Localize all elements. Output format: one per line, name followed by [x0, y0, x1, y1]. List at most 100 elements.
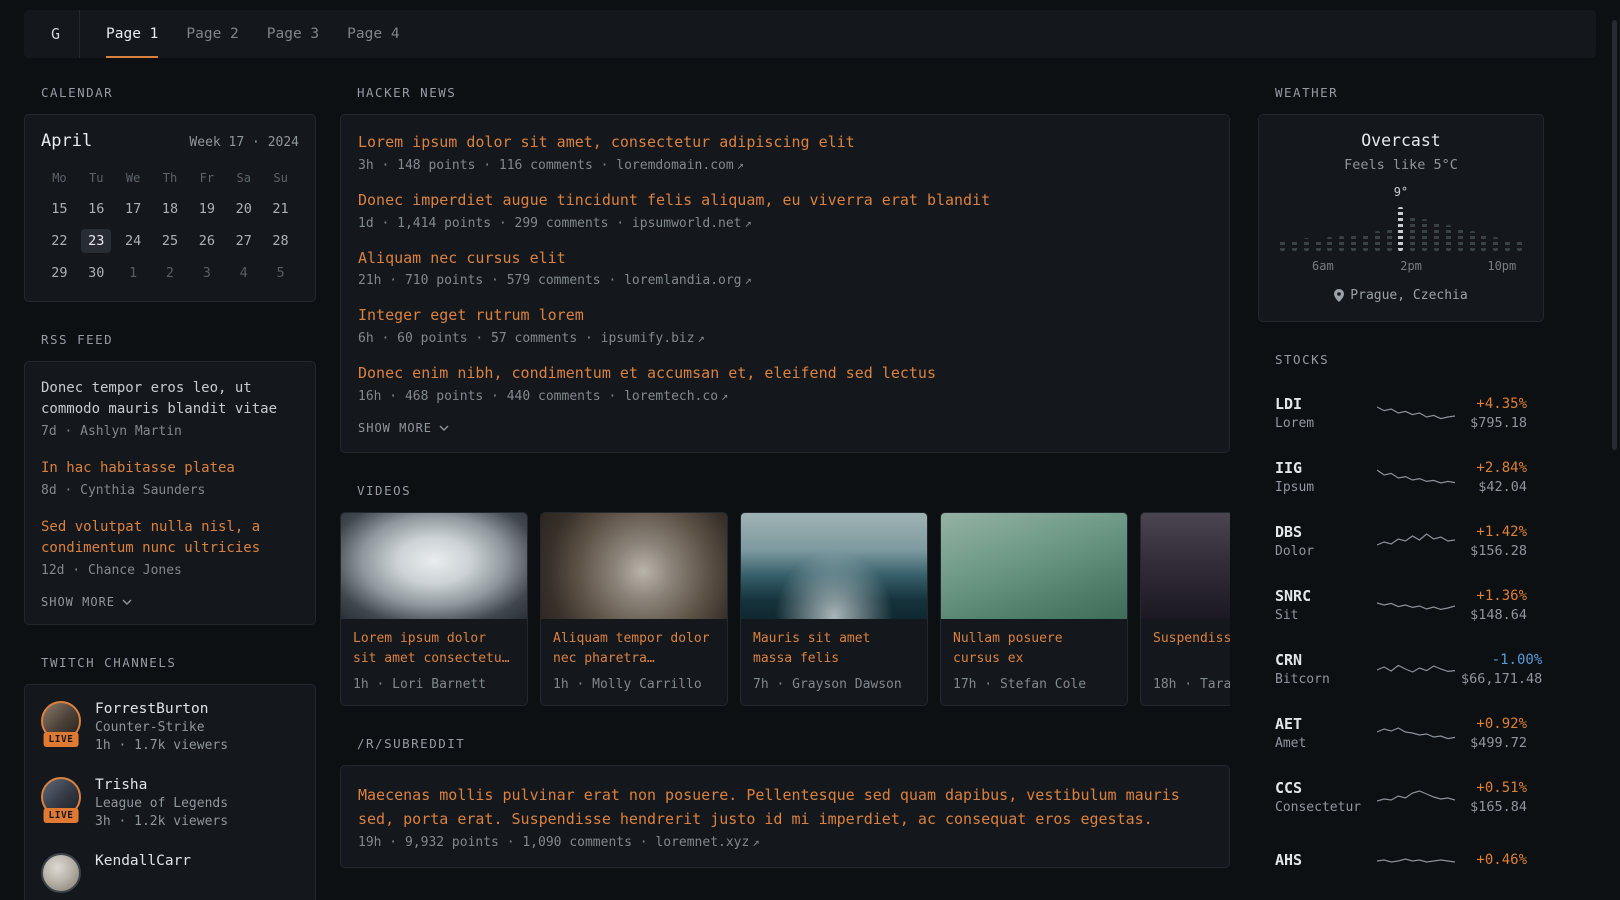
video-title[interactable]: Lorem ipsum dolor sit amet consectetu… [353, 629, 515, 670]
subreddit-meta-text: 19h · 9,932 points · 1,090 comments · lo… [358, 835, 749, 850]
stock-row[interactable]: CCS Consectetur +0.51% $165.84 [1258, 765, 1544, 829]
stock-sparkline [1377, 592, 1455, 618]
channel-avatar: LIVE [41, 701, 81, 741]
rss-show-more-button[interactable]: SHOW MORE [41, 595, 132, 609]
stock-identity: AET Amet [1275, 715, 1371, 751]
external-link-icon[interactable]: ↗ [745, 216, 752, 230]
tab-page-1[interactable]: Page 1 [92, 10, 172, 58]
subreddit-section-title: /R/SUBREDDIT [340, 736, 1230, 751]
scrollbar-thumb[interactable] [1612, 20, 1617, 450]
weather-bar [1375, 203, 1380, 251]
rss-item-title[interactable]: Sed volutpat nulla nisl, a condimentum n… [41, 517, 299, 559]
weather-bar [1458, 203, 1463, 251]
external-link-icon[interactable]: ↗ [721, 389, 728, 403]
stock-row[interactable]: AET Amet +0.92% $499.72 [1258, 701, 1544, 765]
stocks-list: LDI Lorem +4.35% $795.18 IIG Ipsum [1258, 381, 1544, 893]
stock-sparkline [1377, 656, 1455, 682]
day-header: Su [262, 171, 299, 185]
stock-identity: AHS [1275, 851, 1371, 872]
stock-name: Bitcorn [1275, 672, 1371, 687]
twitch-channel-row[interactable]: KendallCarr [41, 853, 299, 893]
stock-name: Amet [1275, 736, 1371, 751]
stock-row[interactable]: DBS Dolor +1.42% $156.28 [1258, 509, 1544, 573]
stock-identity: LDI Lorem [1275, 395, 1371, 431]
calendar-day: 22 [44, 229, 74, 253]
hackernews-meta: 6h · 60 points · 57 comments · ipsumify.… [358, 331, 1212, 346]
twitch-channel-row[interactable]: LIVE ForrestBurton Counter-Strike 1h · 1… [41, 701, 299, 753]
hackernews-title-link[interactable]: Donec enim nibh, condimentum et accumsan… [358, 363, 1212, 385]
video-card[interactable]: Mauris sit amet massa felis 7h · Grayson… [740, 512, 928, 706]
video-title[interactable]: Suspendisse diam [1153, 629, 1230, 670]
video-card[interactable]: Suspendisse diam 18h · Tara [1140, 512, 1230, 706]
weather-location: Prague, Czechia [1275, 288, 1527, 303]
channel-avatar [41, 853, 81, 893]
video-title[interactable]: Mauris sit amet massa felis [753, 629, 915, 670]
hackernews-title-link[interactable]: Aliquam nec cursus elit [358, 248, 1212, 270]
stock-change: +2.84% [1461, 460, 1527, 476]
video-card[interactable]: Aliquam tempor dolor nec pharetra… 1h · … [540, 512, 728, 706]
hackernews-meta: 3h · 148 points · 116 comments · loremdo… [358, 158, 1212, 173]
calendar-day: 29 [44, 261, 74, 285]
weather-card: Overcast Feels like 5°C 9° 6am 2pm 10pm … [1258, 114, 1544, 322]
rss-item-title[interactable]: In hac habitasse platea [41, 458, 299, 479]
hackernews-meta-text: 6h · 60 points · 57 comments · ipsumify.… [358, 331, 695, 346]
external-link-icon[interactable]: ↗ [745, 273, 752, 287]
hackernews-title-link[interactable]: Donec imperdiet augue tincidunt felis al… [358, 190, 1212, 212]
time-label: 6am [1312, 259, 1334, 273]
twitch-channel-row[interactable]: LIVE Trisha League of Legends 3h · 1.2k … [41, 777, 299, 829]
external-link-icon[interactable]: ↗ [752, 835, 759, 849]
subreddit-post: Maecenas mollis pulvinar erat non posuer… [358, 783, 1212, 850]
stock-row[interactable]: IIG Ipsum +2.84% $42.04 [1258, 445, 1544, 509]
app-logo: G [32, 10, 80, 58]
video-title[interactable]: Aliquam tempor dolor nec pharetra… [553, 629, 715, 670]
stock-row[interactable]: AHS +0.46% [1258, 829, 1544, 893]
tab-page-4[interactable]: Page 4 [333, 10, 413, 58]
weather-bar [1327, 203, 1332, 251]
hackernews-meta: 21h · 710 points · 579 comments · loreml… [358, 273, 1212, 288]
stock-row[interactable]: LDI Lorem +4.35% $795.18 [1258, 381, 1544, 445]
video-title[interactable]: Nullam posuere cursus ex [953, 629, 1115, 670]
channel-name[interactable]: KendallCarr [95, 853, 191, 869]
twitch-widget: TWITCH CHANNELS LIVE ForrestBurton Count… [24, 655, 316, 900]
video-card[interactable]: Nullam posuere cursus ex 17h · Stefan Co… [940, 512, 1128, 706]
calendar-day: 27 [229, 229, 259, 253]
hackernews-meta: 16h · 468 points · 440 comments · loremt… [358, 389, 1212, 404]
stock-ticker: CRN [1275, 651, 1371, 669]
video-card[interactable]: Lorem ipsum dolor sit amet consectetu… 1… [340, 512, 528, 706]
top-bar: G Page 1 Page 2 Page 3 Page 4 [24, 10, 1596, 58]
chevron-down-icon [439, 425, 449, 431]
external-link-icon[interactable]: ↗ [698, 331, 705, 345]
chevron-down-icon [122, 599, 132, 605]
calendar-day: 18 [155, 197, 185, 221]
rss-item-title[interactable]: Donec tempor eros leo, ut commodo mauris… [41, 378, 299, 420]
hackernews-title-link[interactable]: Lorem ipsum dolor sit amet, consectetur … [358, 132, 1212, 154]
calendar-day: 26 [192, 229, 222, 253]
video-thumbnail [741, 513, 927, 619]
day-header: Sa [225, 171, 262, 185]
stock-row[interactable]: SNRC Sit +1.36% $148.64 [1258, 573, 1544, 637]
stock-row[interactable]: CRN Bitcorn -1.00% $66,171.48 [1258, 637, 1544, 701]
stock-change: +0.92% [1461, 716, 1527, 732]
hackernews-meta: 1d · 1,414 points · 299 comments · ipsum… [358, 216, 1212, 231]
channel-name[interactable]: Trisha [95, 777, 228, 793]
tab-page-3[interactable]: Page 3 [253, 10, 333, 58]
tab-page-2[interactable]: Page 2 [172, 10, 252, 58]
video-meta: 1h · Lori Barnett [353, 677, 515, 692]
stock-change: +0.51% [1461, 780, 1527, 796]
hackernews-meta-text: 16h · 468 points · 440 comments · loremt… [358, 389, 718, 404]
external-link-icon[interactable]: ↗ [737, 158, 744, 172]
page-tabs: Page 1 Page 2 Page 3 Page 4 [92, 10, 414, 58]
day-header: Mo [41, 171, 78, 185]
video-thumbnail [1141, 513, 1230, 619]
video-thumbnail [341, 513, 527, 619]
day-header: Fr [188, 171, 225, 185]
weather-bar [1470, 203, 1475, 251]
channel-info: Trisha League of Legends 3h · 1.2k viewe… [95, 777, 228, 829]
subreddit-post-title[interactable]: Maecenas mollis pulvinar erat non posuer… [358, 783, 1212, 831]
channel-name[interactable]: ForrestBurton [95, 701, 228, 717]
day-header: Tu [78, 171, 115, 185]
hackernews-show-more-button[interactable]: SHOW MORE [358, 421, 449, 435]
calendar-day-next-month: 3 [192, 261, 222, 285]
hackernews-title-link[interactable]: Integer eget rutrum lorem [358, 305, 1212, 327]
weather-bar-chart: 9° [1275, 203, 1527, 251]
